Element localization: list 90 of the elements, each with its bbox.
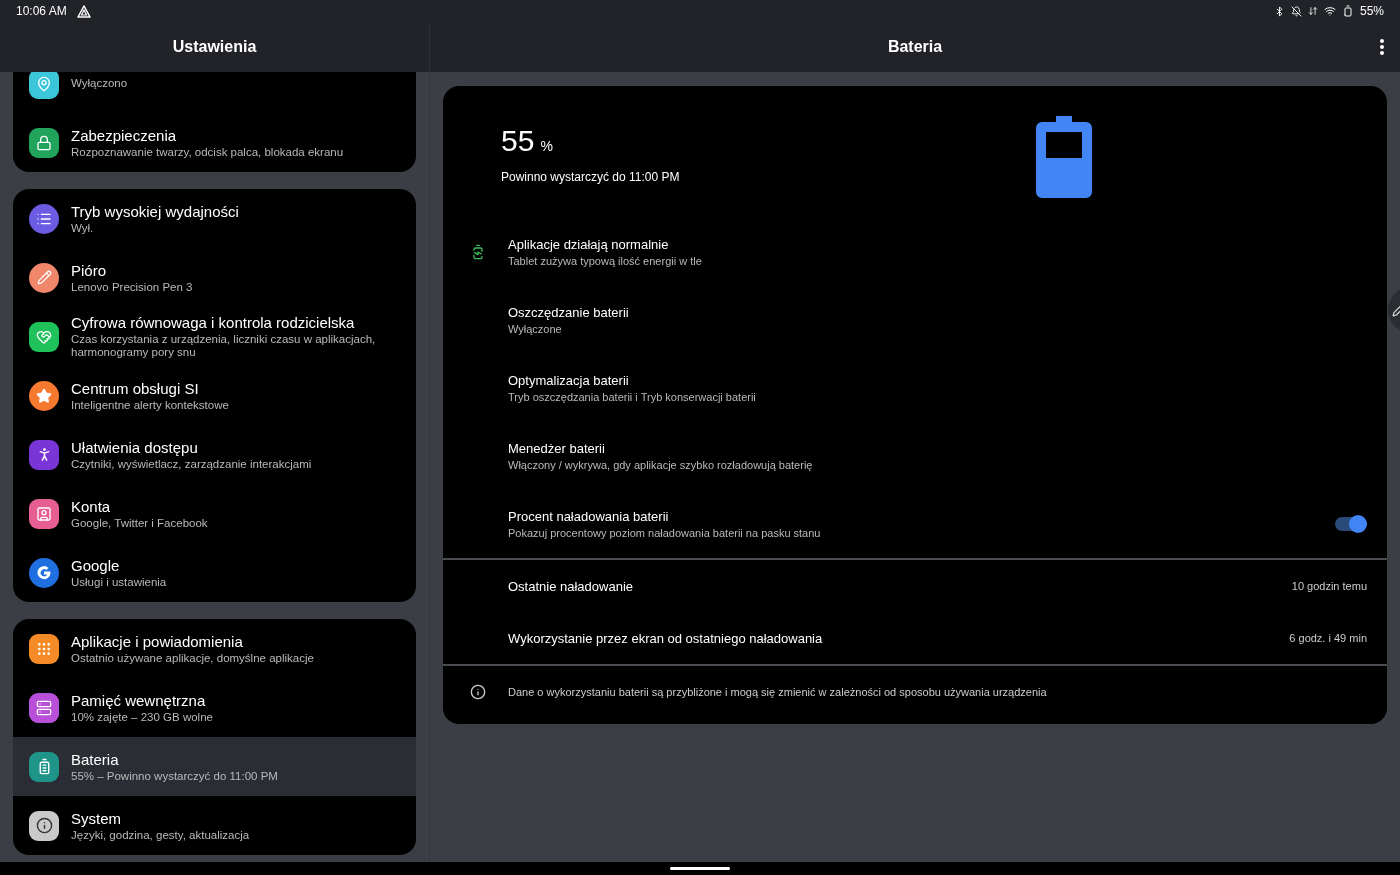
row-title: Aplikacje działają normalnie: [508, 237, 670, 252]
settings-item[interactable]: Konta Google, Twitter i Facebook: [13, 484, 416, 543]
settings-item[interactable]: Google Usługi i ustawienia: [13, 543, 416, 602]
toggle-switch[interactable]: [1335, 517, 1365, 531]
settings-item[interactable]: System Języki, godzina, gesty, aktualizacja: [13, 796, 416, 855]
battery-icon: [1036, 116, 1092, 198]
settings-item[interactable]: Aplikacje i powiadomienia Ostatnio używane aplikacje, domyślne aplikacje: [13, 619, 416, 678]
row-subtitle: Włączony / wykrywa, gdy aplikacje szybko rozładowują baterię: [508, 459, 814, 471]
item-title: Bateria: [71, 750, 120, 768]
settings-item[interactable]: Wyłączono: [13, 72, 416, 113]
settings-item[interactable]: Pamięć wewnętrzna 10% zajęte – 230 GB wolne: [13, 678, 416, 737]
item-title: Tryb wysokiej wydajności: [71, 202, 239, 220]
settings-item[interactable]: Ułatwienia dostępu Czytniki, wyświetlacz, zarządzanie interakcjami: [13, 425, 416, 484]
settings-item[interactable]: Cyfrowa równowaga i kontrola rodzicielska Czas korzystania z urządzenia, liczniki czasu w aplikacjach, harmonogramy pory snu: [13, 307, 416, 366]
settings-row[interactable]: Procent naładowania baterii Pokazuj procentowy poziom naładowania baterii na pasku stanu: [443, 490, 1387, 558]
usage-row[interactable]: Ostatnie naładowanie 10 godzin temu: [443, 560, 1387, 612]
item-subtitle: 10% zajęte – 230 GB wolne: [71, 710, 213, 724]
item-title: Konta: [71, 497, 112, 515]
settings-item[interactable]: Bateria 55% – Powinno wystarczyć do 11:00 PM: [13, 737, 416, 796]
settings-row[interactable]: Aplikacje działają normalnie Tablet zużywa typową ilość energii w tle: [443, 218, 1387, 286]
battery-estimate: Powinno wystarczyć do 11:00 PM: [501, 170, 681, 184]
home-handle[interactable]: [670, 867, 730, 870]
battery-icon: [29, 751, 59, 782]
item-subtitle: 55% – Powinno wystarczyć do 11:00 PM: [71, 769, 278, 783]
item-title: Cyfrowa równowaga i kontrola rodzicielska: [71, 314, 356, 331]
usage-label: Wykorzystanie przez ekran od ostatniego naładowania: [508, 630, 823, 646]
list-icon: [29, 203, 59, 234]
battery-status-icon: [1341, 5, 1354, 17]
row-title: Optymalizacja baterii: [508, 373, 630, 388]
settings-title: Ustawienia: [172, 38, 257, 56]
storage-icon: [29, 692, 59, 723]
row-subtitle: Tryb oszczędzania baterii i Tryb konserwacji baterii: [508, 391, 757, 403]
wifi-icon: [1323, 5, 1336, 17]
battery-level: 55: [501, 124, 535, 158]
heart-person-icon: [29, 321, 59, 352]
item-subtitle: Lenovo Precision Pen 3: [71, 280, 193, 294]
item-title: System: [71, 809, 122, 827]
bell-off-icon: [1290, 5, 1302, 17]
item-subtitle: Rozpoznawanie twarzy, odcisk palca, blokada ekranu: [71, 145, 344, 159]
item-title: Zabezpieczenia: [71, 126, 178, 144]
usage-value: 10 godzin temu: [1291, 580, 1367, 592]
item-subtitle: Google, Twitter i Facebook: [71, 516, 208, 530]
item-subtitle: Czas korzystania z urządzenia, liczniki czasu w aplikacjach, harmonogramy pory snu: [71, 333, 377, 359]
item-title: Centrum obsługi SI: [71, 379, 200, 397]
info-icon: [29, 810, 59, 841]
warning-icon: [76, 4, 91, 18]
settings-item[interactable]: Centrum obsługi SI Inteligentne alerty kontekstowe: [13, 366, 416, 425]
item-title: Aplikacje i powiadomienia: [71, 632, 244, 650]
item-subtitle: Inteligentne alerty kontekstowe: [71, 398, 229, 412]
item-subtitle: Języki, godzina, gesty, aktualizacja: [71, 828, 250, 842]
grid-icon: [29, 633, 59, 664]
pencil-icon: [29, 262, 59, 293]
settings-row[interactable]: Optymalizacja baterii Tryb oszczędzania baterii i Tryb konserwacji baterii: [443, 354, 1387, 422]
more-icon: [1380, 39, 1384, 55]
item-subtitle: Usługi i ustawienia: [71, 575, 167, 589]
usage-value: 6 godz. i 49 min: [1289, 632, 1367, 644]
info-note: Dane o wykorzystaniu baterii są przybliżone i mogą się zmienić w zależności od sposobu używania urządzenia: [508, 686, 1047, 698]
pin-icon: [29, 72, 59, 99]
percent-unit: %: [540, 138, 553, 154]
item-title: Google: [71, 556, 121, 574]
more-button[interactable]: [1378, 37, 1386, 57]
item-subtitle: Wył.: [71, 221, 95, 235]
usage-label: Ostatnie naładowanie: [508, 578, 634, 594]
item-title: Ułatwienia dostępu: [71, 438, 199, 456]
item-subtitle: Czytniki, wyświetlacz, zarządzanie interakcjami: [71, 457, 312, 471]
row-title: Procent naładowania baterii: [508, 509, 670, 524]
row-subtitle: Wyłączone: [508, 323, 563, 335]
row-title: Menedżer baterii: [508, 441, 606, 456]
battery-percent: 55%: [1359, 4, 1384, 18]
row-subtitle: Tablet zużywa typową ilość energii w tle: [508, 255, 703, 267]
accessibility-icon: [29, 439, 59, 470]
settings-row[interactable]: Menedżer baterii Włączony / wykrywa, gdy aplikacje szybko rozładowują baterię: [443, 422, 1387, 490]
clock: 10:06 AM: [16, 4, 67, 18]
contact-icon: [29, 498, 59, 529]
row-subtitle: Pokazuj procentowy poziom naładowania baterii na pasku stanu: [508, 527, 822, 539]
settings-item[interactable]: Zabezpieczenia Rozpoznawanie twarzy, odcisk palca, blokada ekranu: [13, 113, 416, 172]
item-title: Pamięć wewnętrzna: [71, 691, 207, 709]
item-title: Pióro: [71, 261, 108, 279]
settings-item[interactable]: Tryb wysokiej wydajności Wył.: [13, 189, 416, 248]
row-title: Oszczędzanie baterii: [508, 305, 630, 320]
item-subtitle: Ostatnio używane aplikacje, domyślne aplikacje: [71, 651, 314, 665]
lock-icon: [29, 127, 59, 158]
settings-item[interactable]: Pióro Lenovo Precision Pen 3: [13, 248, 416, 307]
info-icon: [470, 684, 486, 700]
settings-row[interactable]: Oszczędzanie baterii Wyłączone: [443, 286, 1387, 354]
page-title: Bateria: [887, 38, 943, 56]
g-logo-icon: [35, 563, 53, 582]
data-arrows-icon: [1307, 6, 1318, 16]
usage-row[interactable]: Wykorzystanie przez ekran od ostatniego naładowania 6 godz. i 49 min: [443, 612, 1387, 664]
item-subtitle: Wyłączono: [71, 77, 128, 90]
